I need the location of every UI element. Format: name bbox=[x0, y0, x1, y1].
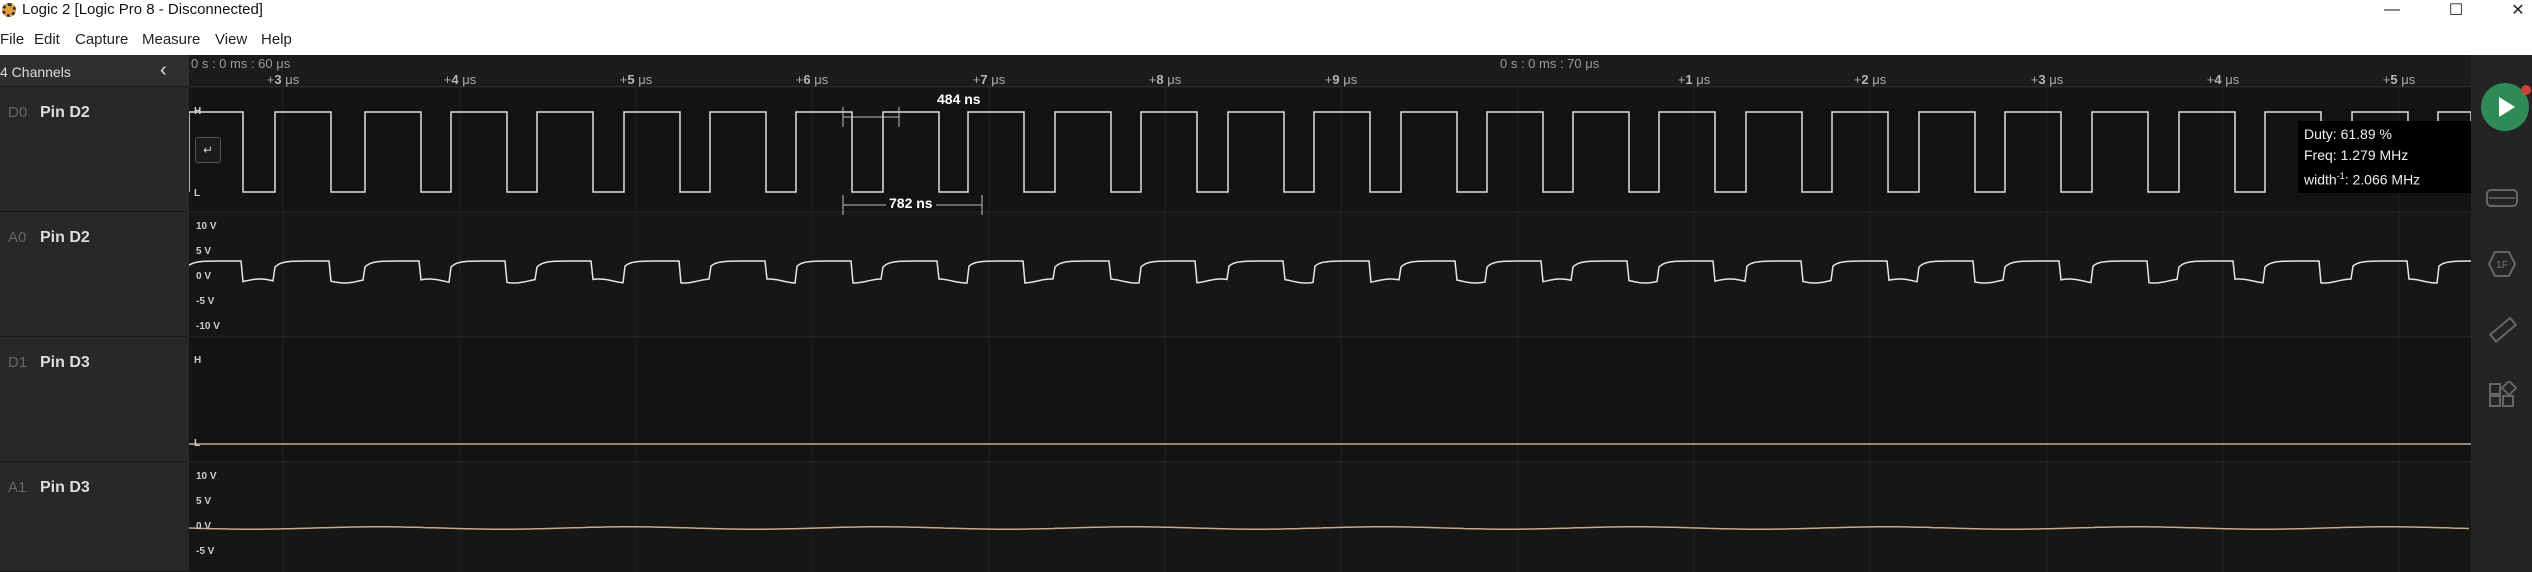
channel-sidebar: 4 Channels ‹ D0 Pin D2 A0 Pin D2 D1 Pin … bbox=[0, 55, 189, 572]
right-toolbar: 1F bbox=[2471, 55, 2532, 572]
channel-id: A0 bbox=[8, 229, 27, 246]
extensions-icon[interactable] bbox=[2485, 379, 2519, 413]
ruler-tick: +8 μs bbox=[1148, 72, 1182, 87]
chevron-left-icon[interactable]: ‹ bbox=[160, 59, 167, 82]
channel-name[interactable]: Pin D3 bbox=[40, 479, 90, 497]
digital-high-label: H bbox=[194, 106, 202, 117]
channel-name[interactable]: Pin D2 bbox=[40, 229, 90, 247]
svg-text:1F: 1F bbox=[2496, 260, 2508, 271]
channel-sidebar-header: 4 Channels ‹ bbox=[0, 55, 189, 87]
menu-edit[interactable]: Edit bbox=[34, 30, 60, 50]
ruler-tick: +5 μs bbox=[2382, 72, 2416, 87]
voltage-label: 10 V bbox=[196, 471, 217, 482]
record-indicator bbox=[2521, 85, 2531, 95]
close-button[interactable]: ✕ bbox=[2495, 0, 2532, 20]
digital-low-label: L bbox=[194, 438, 201, 449]
channel-id: D1 bbox=[8, 354, 28, 371]
period-measurement: 782 ns bbox=[886, 195, 936, 211]
hardware-icon[interactable] bbox=[2485, 181, 2519, 215]
menu-help[interactable]: Help bbox=[261, 30, 292, 50]
digital-high-label: H bbox=[194, 355, 202, 366]
voltage-label: 5 V bbox=[196, 496, 212, 507]
channel-lane bbox=[189, 462, 2471, 572]
channel-row-a1[interactable]: A1 Pin D3 bbox=[0, 462, 189, 572]
ruler-tick: +4 μs bbox=[2206, 72, 2240, 87]
ruler-tick: +5 μs bbox=[619, 72, 653, 87]
logic2-app: Logic 2 [Logic Pro 8 - Disconnected] — ☐… bbox=[0, 0, 2532, 572]
channel-lane bbox=[189, 87, 2471, 212]
ruler-tick: +4 μs bbox=[443, 72, 477, 87]
ruler-tick: +9 μs bbox=[1324, 72, 1358, 87]
window-title: Logic 2 [Logic Pro 8 - Disconnected] bbox=[22, 1, 263, 18]
channel-row-d1[interactable]: D1 Pin D3 bbox=[0, 337, 189, 462]
channel-lane bbox=[189, 212, 2471, 337]
logic-app-icon bbox=[2, 3, 16, 17]
minimize-button[interactable]: — bbox=[2369, 0, 2415, 20]
channel-name[interactable]: Pin D3 bbox=[40, 354, 90, 372]
analyzer-icon[interactable]: 1F bbox=[2485, 247, 2519, 281]
voltage-label: -5 V bbox=[196, 546, 215, 557]
ruler-icon[interactable] bbox=[2485, 313, 2519, 347]
menu-capture[interactable]: Capture bbox=[75, 30, 128, 50]
title-bar: Logic 2 [Logic Pro 8 - Disconnected] — ☐… bbox=[0, 0, 2532, 20]
ruler-tick: +7 μs bbox=[972, 72, 1006, 87]
waveform-canvas[interactable] bbox=[189, 55, 2471, 572]
voltage-label: 0 V bbox=[196, 271, 212, 282]
menu-view[interactable]: View bbox=[215, 30, 247, 50]
ruler-anchor-mid: 0 s : 0 ms : 70 μs bbox=[1500, 56, 1600, 71]
ruler-tick: +6 μs bbox=[795, 72, 829, 87]
channel-id: A1 bbox=[8, 479, 27, 496]
menu-bar: File Edit Capture Measure View Help bbox=[0, 20, 2532, 60]
ruler-tick: +3 μs bbox=[266, 72, 300, 87]
voltage-label: -5 V bbox=[196, 296, 215, 307]
voltage-label: -10 V bbox=[196, 321, 220, 332]
voltage-label: 5 V bbox=[196, 246, 212, 257]
falling-edge-trigger-icon[interactable]: ↵ bbox=[195, 137, 221, 163]
waveform-area[interactable]: 0 s : 0 ms : 60 μs 0 s : 0 ms : 70 μs +3… bbox=[189, 55, 2516, 572]
channel-id: D0 bbox=[8, 104, 28, 121]
channel-name[interactable]: Pin D2 bbox=[40, 104, 90, 122]
ruler-tick: +3 μs bbox=[2030, 72, 2064, 87]
time-ruler[interactable]: 0 s : 0 ms : 60 μs 0 s : 0 ms : 70 μs +3… bbox=[189, 55, 2471, 87]
menu-file[interactable]: File bbox=[0, 30, 24, 50]
voltage-label: 0 V bbox=[196, 521, 212, 532]
channel-row-a0[interactable]: A0 Pin D2 bbox=[0, 212, 189, 337]
menu-measure[interactable]: Measure bbox=[142, 30, 200, 50]
ruler-tick: +1 μs bbox=[1677, 72, 1711, 87]
channel-count: 4 Channels bbox=[0, 64, 71, 80]
voltage-label: 10 V bbox=[196, 221, 217, 232]
maximize-button[interactable]: ☐ bbox=[2433, 0, 2479, 20]
ruler-anchor-start: 0 s : 0 ms : 60 μs bbox=[191, 56, 291, 71]
channel-row-d0[interactable]: D0 Pin D2 bbox=[0, 87, 189, 212]
digital-low-label: L bbox=[194, 188, 201, 199]
ruler-tick: +2 μs bbox=[1853, 72, 1887, 87]
pulse-width-measurement: 484 ns bbox=[934, 91, 984, 107]
